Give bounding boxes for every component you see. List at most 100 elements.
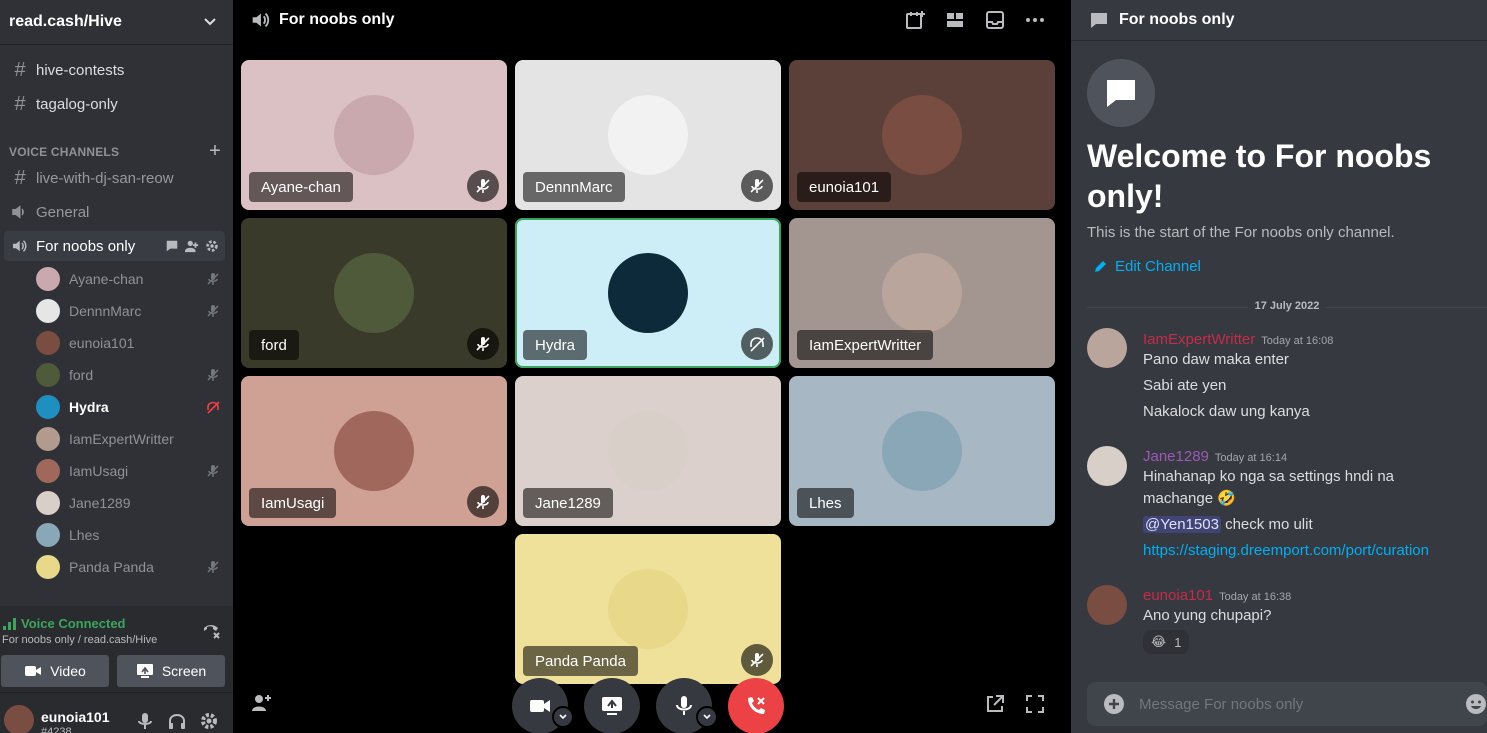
voice-user-name: Hydra [69, 399, 109, 415]
voice-user[interactable]: Jane1289 [36, 489, 220, 517]
voice-user-name: Jane1289 [69, 495, 131, 511]
screen-share-icon [136, 664, 153, 678]
layout-grid-icon[interactable] [944, 9, 966, 31]
video-tile[interactable]: ford [241, 218, 507, 368]
voice-user[interactable]: Ayane-chan [36, 265, 220, 293]
voice-channels-category[interactable]: VOICE CHANNELS + [9, 140, 221, 163]
video-button[interactable]: Video [1, 655, 109, 687]
video-tile[interactable]: Lhes [789, 376, 1055, 526]
avatar [334, 253, 414, 333]
voice-user-name: Ayane-chan [69, 271, 144, 287]
voice-user[interactable]: Panda Panda [36, 553, 220, 581]
hang-up-icon [748, 697, 765, 714]
fullscreen-icon[interactable] [1024, 693, 1046, 715]
headphones-icon[interactable] [167, 711, 187, 731]
microphone-icon [676, 696, 692, 715]
voice-user[interactable]: Lhes [36, 521, 220, 549]
video-tile[interactable]: Hydra [515, 218, 781, 368]
avatar [334, 95, 414, 175]
voice-status[interactable]: Voice Connected [3, 616, 126, 631]
avatar[interactable] [4, 705, 34, 733]
message-author[interactable]: Jane1289 Today at 16:14 [1143, 448, 1287, 465]
avatar [36, 299, 60, 323]
server-header[interactable]: read.cash/Hive [0, 0, 233, 44]
channel-general[interactable]: General [4, 197, 225, 227]
reaction-button[interactable]: 😂 1 [1143, 630, 1190, 654]
muted-microphone-icon [207, 273, 219, 285]
camera-icon [530, 700, 550, 712]
voice-user-name: IamExpertWritter [69, 431, 174, 447]
avatar[interactable] [1087, 328, 1127, 368]
channel-for-noobs-only[interactable]: For noobs only [4, 231, 225, 261]
more-options-icon[interactable] [1024, 9, 1046, 31]
participant-name: DennnMarc [523, 172, 625, 202]
message-input[interactable] [1139, 695, 1439, 713]
main-header: For noobs only [233, 0, 1063, 40]
add-event-icon[interactable] [904, 9, 926, 31]
video-tile[interactable]: IamExpertWritter [789, 218, 1055, 368]
chat-icon[interactable] [165, 239, 179, 253]
voice-user[interactable]: Hydra [36, 393, 220, 421]
channel-tagalog-only[interactable]: # tagalog-only [4, 89, 225, 119]
category-label: VOICE CHANNELS [9, 144, 120, 159]
add-attachment-icon[interactable] [1103, 693, 1125, 715]
inbox-icon[interactable] [984, 9, 1006, 31]
emoji-picker-icon[interactable] [1465, 693, 1487, 715]
chat-title: For noobs only [1119, 11, 1235, 28]
disconnect-icon[interactable] [201, 620, 221, 640]
avatar[interactable] [1087, 585, 1127, 625]
channel-live-with-dj-san-reow[interactable]: # live-with-dj-san-reow [4, 163, 225, 193]
voice-user[interactable]: IamExpertWritter [36, 425, 220, 453]
message-text: machange 🤣 [1143, 489, 1473, 509]
channel-hive-contests[interactable]: # hive-contests [4, 55, 225, 85]
video-tile[interactable]: Panda Panda [515, 534, 781, 684]
leave-call-button[interactable] [728, 678, 784, 733]
voice-user[interactable]: eunoia101 [36, 329, 220, 357]
voice-user[interactable]: DennnMarc [36, 297, 220, 325]
message-text-part: machange [1143, 490, 1214, 507]
gear-icon[interactable] [205, 239, 219, 253]
camera-icon [25, 666, 42, 676]
add-channel-icon[interactable]: + [209, 140, 221, 163]
microphone-toggle-button[interactable] [656, 678, 718, 733]
participant-name: Lhes [797, 488, 854, 518]
screen-share-toggle-button[interactable] [584, 678, 640, 733]
camera-options-caret[interactable] [552, 706, 574, 728]
invite-icon[interactable] [185, 239, 199, 253]
avatar [882, 411, 962, 491]
avatar [334, 411, 414, 491]
avatar [608, 411, 688, 491]
message-link[interactable]: https://staging.dreemport.com/port/curat… [1143, 542, 1429, 559]
chat-bubble-icon [1087, 59, 1155, 127]
avatar [608, 253, 688, 333]
voice-user[interactable]: ford [36, 361, 220, 389]
user-mention[interactable]: @Yen1503 [1143, 516, 1221, 533]
voice-user-name: ford [69, 367, 94, 383]
message-timestamp: Today at 16:38 [1219, 591, 1292, 603]
video-tile[interactable]: DennnMarc [515, 60, 781, 210]
avatar[interactable] [1087, 446, 1127, 486]
camera-toggle-button[interactable] [512, 678, 574, 733]
avatar [36, 459, 60, 483]
muted-microphone-icon [207, 305, 219, 317]
deafened-icon [207, 401, 220, 414]
avatar [36, 267, 60, 291]
video-tile[interactable]: Jane1289 [515, 376, 781, 526]
microphone-icon[interactable] [135, 711, 155, 731]
participant-name: eunoia101 [797, 172, 892, 202]
hash-icon: # [14, 58, 26, 81]
gear-icon[interactable] [199, 711, 219, 731]
message-author[interactable]: IamExpertWritter Today at 16:08 [1143, 331, 1333, 348]
screen-share-button[interactable]: Screen [117, 655, 225, 687]
add-user-icon[interactable] [250, 692, 272, 714]
server-name: read.cash/Hive [9, 13, 122, 30]
edit-channel-link[interactable]: Edit Channel [1093, 258, 1201, 275]
message-author[interactable]: eunoia101 Today at 16:38 [1143, 587, 1291, 604]
video-tile[interactable]: Ayane-chan [241, 60, 507, 210]
avatar [36, 363, 60, 387]
video-tile[interactable]: eunoia101 [789, 60, 1055, 210]
microphone-options-caret[interactable] [696, 706, 718, 728]
voice-user[interactable]: IamUsagi [36, 457, 220, 485]
video-tile[interactable]: IamUsagi [241, 376, 507, 526]
pop-out-icon[interactable] [984, 693, 1006, 715]
